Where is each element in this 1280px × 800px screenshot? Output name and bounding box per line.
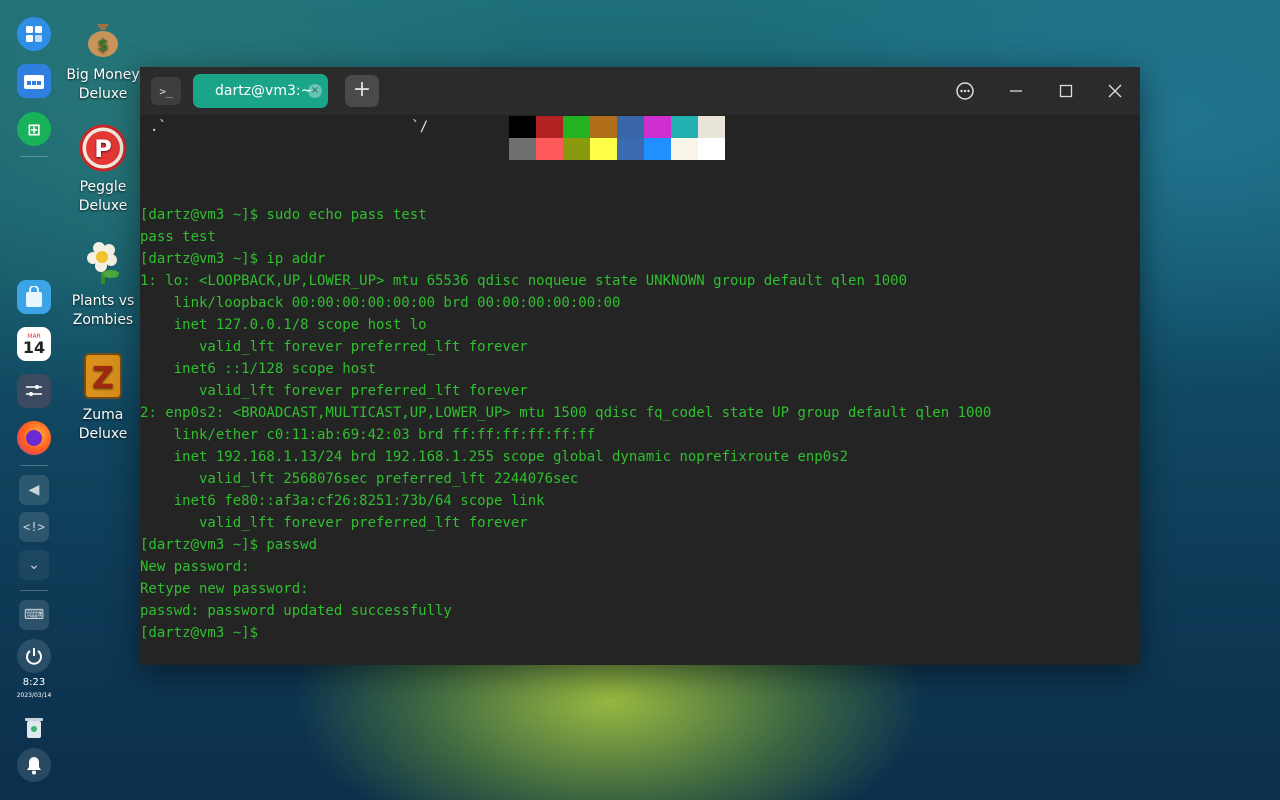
desktop-icon-label-line1: Peggle: [79, 179, 127, 195]
app-store-bag-icon[interactable]: [17, 280, 51, 314]
terminal-titlebar[interactable]: >_ dartz@vm3:~ × +: [140, 67, 1140, 115]
desktop-icon-label-line1: Zuma: [82, 407, 124, 423]
terminal-line: [dartz@vm3 ~]$ sudo echo pass test: [140, 207, 427, 223]
zuma-icon: Z: [79, 352, 127, 400]
money-bag-icon: $: [79, 12, 127, 60]
palette-swatch: [536, 116, 563, 138]
palette-swatch: [617, 116, 644, 138]
palette-swatch: [671, 116, 698, 138]
menu-button[interactable]: [952, 79, 978, 103]
dock-separator-2: [20, 465, 48, 466]
dock: ⊞ MAR 14 ◀ <!> ⌄ ⌨ 8:23 2023/03/14: [0, 0, 68, 800]
desktop-icon-label-line2: Deluxe: [78, 198, 128, 214]
terminal-tab[interactable]: dartz@vm3:~ ×: [193, 74, 328, 108]
desktop-icon-label-line2: Deluxe: [78, 86, 128, 102]
chevron-down-icon[interactable]: ⌄: [19, 550, 49, 580]
svg-text:Z: Z: [92, 361, 114, 396]
palette-swatch: [698, 138, 725, 160]
peggle-icon: P: [79, 124, 127, 172]
palette-swatch: [509, 138, 536, 160]
terminal-line: passwd: password updated successfully: [140, 603, 452, 619]
palette-swatch: [563, 116, 590, 138]
palette-swatch: [536, 138, 563, 160]
terminal-window[interactable]: >_ dartz@vm3:~ × + .` `/ [dartz@vm3 ~]$ …: [140, 67, 1140, 665]
new-tab-button[interactable]: +: [345, 75, 379, 107]
dev-icon[interactable]: <!>: [19, 512, 49, 542]
power-icon[interactable]: [17, 639, 51, 673]
terminal-line: valid_lft 2568076sec preferred_lft 22440…: [140, 471, 579, 487]
flower-icon: [79, 238, 127, 286]
desktop-icon-label-line1: Plants vs: [71, 293, 135, 309]
palette-swatch: [644, 116, 671, 138]
calendar-day: 14: [22, 337, 46, 357]
clock-date[interactable]: 2023/03/14: [0, 692, 68, 699]
terminal-output[interactable]: .` `/ [dartz@vm3 ~]$ sudo echo pass test…: [140, 115, 1140, 665]
maximize-button[interactable]: [1053, 79, 1079, 103]
terminal-line: [dartz@vm3 ~]$: [140, 625, 259, 641]
terminal-line: valid_lft forever preferred_lft forever: [140, 515, 528, 531]
clock-time[interactable]: 8:23: [0, 677, 68, 688]
desktop-icon-peggle[interactable]: P Peggle Deluxe: [61, 124, 145, 216]
terminal-line: link/ether c0:11:ab:69:42:03 brd ff:ff:f…: [140, 427, 596, 443]
tab-title: dartz@vm3:~: [215, 83, 313, 99]
terminal-line: inet 192.168.1.13/24 brd 192.168.1.255 s…: [140, 449, 849, 465]
desktop-icon-label-line2: Zombies: [72, 312, 134, 328]
palette-swatch: [509, 116, 536, 138]
desktop-icon-label-line2: Deluxe: [78, 426, 128, 442]
keyboard-icon[interactable]: ⌨: [19, 600, 49, 630]
terminal-line: link/loopback 00:00:00:00:00:00 brd 00:0…: [140, 295, 621, 311]
app-store-icon[interactable]: ⊞: [17, 112, 51, 146]
color-palette: [509, 116, 725, 160]
neofetch-art: .` `/: [150, 119, 429, 135]
palette-swatch: [644, 138, 671, 160]
terminal-line: valid_lft forever preferred_lft forever: [140, 339, 528, 355]
terminal-line: inet 127.0.0.1/8 scope host lo: [140, 317, 427, 333]
svg-text:P: P: [94, 135, 112, 163]
tab-close-icon[interactable]: ×: [308, 84, 322, 98]
terminal-app-icon[interactable]: >_: [151, 77, 181, 105]
palette-swatch: [590, 116, 617, 138]
desktop-icon-big-money[interactable]: $ Big Money Deluxe: [61, 12, 145, 104]
terminal-line: [dartz@vm3 ~]$ passwd: [140, 537, 318, 553]
palette-swatch: [563, 138, 590, 160]
palette-swatch: [590, 138, 617, 160]
control-center-icon[interactable]: [17, 374, 51, 408]
file-manager-icon[interactable]: [17, 64, 51, 98]
volume-icon[interactable]: ◀: [19, 475, 49, 505]
terminal-line: New password:: [140, 559, 250, 575]
desktop-icon-zuma[interactable]: Z Zuma Deluxe: [61, 352, 145, 444]
terminal-line: 1: lo: <LOOPBACK,UP,LOWER_UP> mtu 65536 …: [140, 273, 908, 289]
terminal-line: inet6 ::1/128 scope host: [140, 361, 377, 377]
terminal-line: [dartz@vm3 ~]$ ip addr: [140, 251, 326, 267]
desktop-icon-label-line1: Big Money: [66, 67, 140, 83]
desktop-icon-plants-vs-zombies[interactable]: Plants vs Zombies: [61, 238, 145, 330]
terminal-line: 2: enp0s2: <BROADCAST,MULTICAST,UP,LOWER…: [140, 405, 992, 421]
firefox-icon[interactable]: [17, 421, 51, 455]
calendar-icon[interactable]: MAR 14: [17, 327, 51, 361]
bell-icon[interactable]: [17, 748, 51, 782]
dock-separator: [20, 156, 48, 157]
terminal-line: valid_lft forever preferred_lft forever: [140, 383, 528, 399]
terminal-line: Retype new password:: [140, 581, 309, 597]
dock-separator-3: [20, 590, 48, 591]
minimize-button[interactable]: [1003, 79, 1029, 103]
terminal-line: inet6 fe80::af3a:cf26:8251:73b/64 scope …: [140, 493, 545, 509]
svg-text:$: $: [97, 35, 108, 54]
palette-swatch: [698, 116, 725, 138]
trash-icon[interactable]: [17, 710, 51, 744]
palette-swatch: [617, 138, 644, 160]
palette-swatch: [671, 138, 698, 160]
terminal-line: pass test: [140, 229, 216, 245]
launcher-icon[interactable]: [17, 17, 51, 51]
close-button[interactable]: [1102, 79, 1128, 103]
